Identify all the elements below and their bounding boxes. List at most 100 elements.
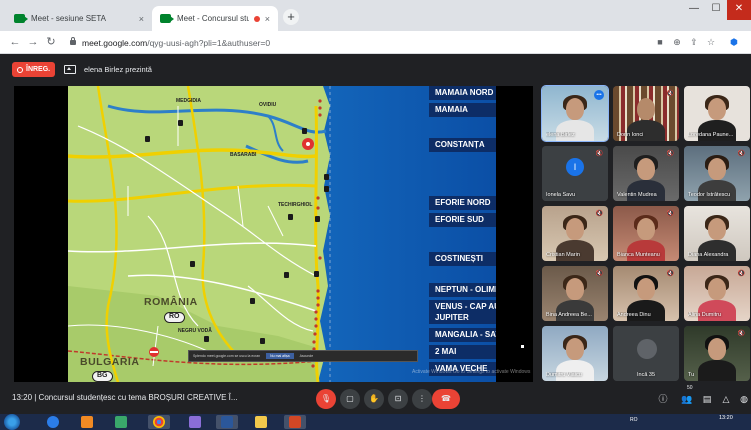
- record-icon: [17, 66, 23, 73]
- participant-count: 50: [687, 385, 693, 391]
- taskbar-app-icon[interactable]: [184, 415, 206, 429]
- extension-icon[interactable]: ⬢: [728, 36, 740, 48]
- bookmark-star-icon[interactable]: ☆: [705, 36, 717, 48]
- chat-icon[interactable]: ▤: [700, 392, 714, 406]
- minimize-button[interactable]: —: [683, 0, 705, 20]
- recording-badge: ÎNREG.: [12, 62, 56, 77]
- close-tab-icon[interactable]: ×: [139, 14, 144, 24]
- participant-tile[interactable]: 🔇 Valentin Mudrea: [613, 146, 679, 201]
- stop-sharing-button[interactable]: Nu mai afișa: [266, 353, 294, 359]
- mic-off-icon: 🔇: [666, 91, 674, 97]
- country-label-bulgaria: BULGARIA: [80, 356, 140, 368]
- participant-tile-self[interactable]: 🔇 Tu: [684, 326, 750, 381]
- raise-hand-button[interactable]: ✋: [364, 389, 384, 409]
- close-tab-icon[interactable]: ×: [265, 14, 270, 24]
- taskbar-chrome-icon[interactable]: [148, 415, 170, 429]
- forward-arrow-icon[interactable]: →: [26, 35, 40, 49]
- participant-tile[interactable]: Loredana Paune...: [684, 86, 750, 141]
- map-place-label: MEDGIDIA: [176, 98, 201, 104]
- participant-tile[interactable]: 🔇 Dorin Ionci: [613, 86, 679, 141]
- url-path: /qyg-uusi-agh?pli=1&authuser=0: [147, 37, 271, 48]
- city-label: COSTINEȘTI: [429, 252, 496, 266]
- new-tab-button[interactable]: +: [283, 9, 299, 25]
- map-place-label: NEGRU VODĂ: [178, 328, 212, 334]
- city-label: EFORIE NORD: [429, 196, 496, 210]
- reload-icon[interactable]: ↻: [44, 35, 58, 49]
- start-button[interactable]: [4, 414, 20, 430]
- hide-notification-button[interactable]: Ascunde: [300, 354, 314, 358]
- taskbar-explorer-icon[interactable]: [250, 415, 272, 429]
- mic-off-icon: 🔇: [737, 151, 745, 157]
- mic-toggle-button[interactable]: 🎙: [316, 389, 336, 409]
- activities-icon[interactable]: △: [719, 392, 733, 406]
- city-label: 2 MAI: [429, 345, 496, 359]
- zoom-icon[interactable]: ⊕: [671, 36, 683, 48]
- participant-tile[interactable]: Dumitru Vlaicu: [542, 326, 608, 381]
- participant-name: Bina Andreea Be...: [546, 312, 592, 318]
- mic-off-icon: 🔇: [595, 151, 603, 157]
- browser-tab-sesiune-seta[interactable]: Meet - sesiune SETA ×: [6, 6, 152, 31]
- maximize-button[interactable]: ☐: [705, 0, 727, 20]
- taskbar-powerpoint-icon[interactable]: [284, 415, 306, 429]
- participant-tile[interactable]: 🔇 Andreea Dinu: [613, 266, 679, 321]
- lock-host-icon[interactable]: ◍: [737, 392, 751, 406]
- participant-name: Teodor Istrătescu: [688, 192, 731, 198]
- participant-name: Dumitru Vlaicu: [546, 372, 582, 378]
- address-bar[interactable]: meet.google.com/qyg-uusi-agh?pli=1&authu…: [70, 34, 570, 51]
- taskbar-media-icon[interactable]: [76, 415, 98, 429]
- taskbar-app-icon[interactable]: [110, 415, 132, 429]
- participant-avatar: I: [566, 158, 584, 176]
- recording-label: ÎNREG.: [26, 66, 51, 73]
- meeting-details-icon[interactable]: ⓘ: [656, 392, 670, 406]
- participant-tile[interactable]: 🔇 Cristian Marin: [542, 206, 608, 261]
- back-arrow-icon[interactable]: ←: [8, 35, 22, 49]
- participant-name: Dorin Ionci: [617, 132, 644, 138]
- presenting-text: elena Birlez prezintă: [84, 65, 152, 74]
- participant-name: Tu: [688, 372, 695, 378]
- participant-name: Cristian Marin: [546, 252, 580, 258]
- screen-share-notification: Splendo meet.google.com se uscu la ecran…: [188, 350, 418, 362]
- browser-tab-strip: Meet - sesiune SETA × Meet - Concursul s…: [0, 0, 751, 31]
- participant-name: Loredana Paune...: [688, 132, 734, 138]
- tab-title: Meet - Concursul studenţesc: [177, 14, 249, 23]
- more-options-button[interactable]: ⋮: [412, 389, 432, 409]
- speaking-indicator-icon: •••: [594, 90, 604, 100]
- taskbar-clock[interactable]: 13:20: [719, 415, 733, 422]
- people-icon[interactable]: 👥: [680, 392, 694, 406]
- road-shield-bg: BG: [92, 371, 113, 382]
- participant-name: Bianca Munteanu: [617, 252, 660, 258]
- mic-off-icon: 🔇: [737, 331, 745, 337]
- camera-toggle-button[interactable]: ▢: [340, 389, 360, 409]
- city-label: VENUS - CAP AURORA JUPITER: [429, 300, 496, 324]
- participant-tile[interactable]: 🔇 Alina Dumitru: [684, 266, 750, 321]
- taskbar-ie-icon[interactable]: [42, 415, 64, 429]
- mic-off-icon: 🔇: [737, 271, 745, 277]
- city-label: MANGALIA - SATURN: [429, 328, 496, 342]
- tab-title: Meet - sesiune SETA: [31, 14, 106, 23]
- participant-name: Alina Dumitru: [688, 312, 722, 318]
- participant-tile[interactable]: Diana Alexandra: [684, 206, 750, 261]
- participant-tile[interactable]: 🔇 Teodor Istrătescu: [684, 146, 750, 201]
- share-icon[interactable]: ⇪: [688, 36, 700, 48]
- system-tray[interactable]: RO: [630, 417, 638, 423]
- mic-off-icon: 🔇: [666, 211, 674, 217]
- participant-tile[interactable]: 🔇 Bina Andreea Be...: [542, 266, 608, 321]
- participant-tile[interactable]: I 🔇 Ionela Savu: [542, 146, 608, 201]
- participant-tile[interactable]: ••• elena Birlez: [541, 85, 609, 142]
- windows-taskbar: RO 13:20: [0, 414, 751, 430]
- browser-tab-concurs[interactable]: Meet - Concursul studenţesc ×: [152, 6, 278, 31]
- participant-tile[interactable]: 🔇 Bianca Munteanu: [613, 206, 679, 261]
- present-now-button[interactable]: ⊡: [388, 389, 408, 409]
- taskbar-word-icon[interactable]: [216, 415, 238, 429]
- meet-favicon-icon: [160, 14, 174, 23]
- map-place-label: TECHIRGHIOL: [278, 202, 313, 208]
- participant-tile[interactable]: Încă 35: [613, 326, 679, 381]
- lock-icon: [70, 37, 76, 45]
- close-window-button[interactable]: ✕: [727, 0, 751, 20]
- leave-call-button[interactable]: ☎: [432, 389, 460, 409]
- mic-off-icon: 🔇: [666, 151, 674, 157]
- camera-icon[interactable]: ■: [654, 36, 666, 48]
- city-label: NEPTUN - OLIMP: [429, 283, 496, 297]
- mic-off-icon: 🔇: [595, 271, 603, 277]
- participant-name: Ionela Savu: [546, 192, 576, 198]
